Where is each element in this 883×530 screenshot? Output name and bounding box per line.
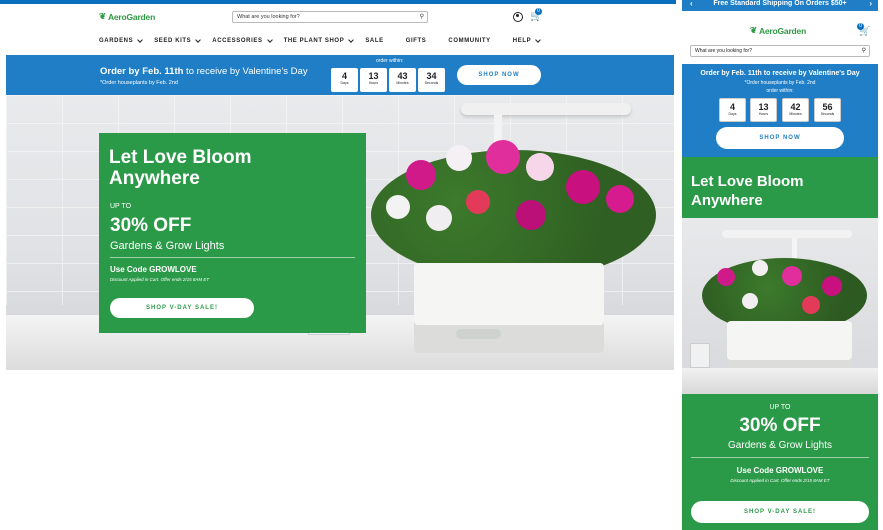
hero-subtitle: Gardens & Grow Lights (110, 240, 225, 252)
search-icon[interactable]: ⚲ (862, 47, 866, 54)
flower (752, 260, 768, 276)
aerogarden-planter (414, 263, 604, 353)
countdown-seconds: 34 Seconds (418, 68, 445, 92)
countdown-days: 4 Days (331, 68, 358, 92)
disclaimer: Discount Applied in Cart. Offer ends 2/1… (730, 478, 830, 483)
flower (566, 170, 600, 204)
countdown-hours: 13 Hours (360, 68, 387, 92)
leaf-icon: ❦ (99, 11, 106, 21)
mobile-view: ‹ Free Standard Shipping On Orders $50+ … (682, 0, 878, 530)
shop-now-button[interactable]: SHOP NOW (716, 127, 844, 149)
nav-item-accessories[interactable]: ACCESSORIES (212, 37, 273, 44)
flower (526, 153, 554, 181)
flower (782, 266, 802, 286)
search-input[interactable]: What are you looking for? ⚲ (690, 45, 870, 57)
flower (406, 160, 436, 190)
nav-item-help[interactable]: HELP (513, 37, 542, 44)
flower (426, 205, 452, 231)
nav-item-plant-shop[interactable]: THE PLANT SHOP (284, 37, 355, 44)
flower (466, 190, 490, 214)
flower (802, 296, 820, 314)
countdown-minutes: 42 Minutes (782, 98, 809, 122)
nav-item-gardens[interactable]: GARDENS (99, 37, 144, 44)
countertop (682, 368, 878, 394)
hero-title: Let Love Bloom Anywhere (691, 173, 804, 209)
divider (110, 257, 355, 258)
logo-text: AeroGarden (758, 25, 807, 36)
logo-text: AeroGarden (107, 11, 156, 22)
search-placeholder: What are you looking for? (237, 14, 300, 20)
hero-promo-panel: Let Love Bloom Anywhere UP TO 30% OFF Ga… (99, 133, 366, 333)
cart-icon[interactable]: 🛒 0 (530, 8, 542, 22)
top-bar (0, 0, 676, 4)
chevron-left-icon[interactable]: ‹ (690, 0, 693, 8)
countdown-label: order within: (376, 58, 404, 64)
nav-item-sale[interactable]: SALE (365, 38, 383, 44)
hero-up-to: UP TO (769, 404, 791, 411)
shipping-text: Free Standard Shipping On Orders $50+ (713, 0, 847, 7)
control-panel (456, 329, 501, 339)
shop-vday-sale-button[interactable]: SHOP V-DAY SALE! (110, 298, 254, 318)
account-icon[interactable] (513, 12, 523, 22)
flower (822, 276, 842, 296)
chevron-down-icon (348, 37, 355, 43)
flower (717, 268, 735, 286)
leaf-icon: ❦ (750, 25, 757, 35)
nav-item-community[interactable]: COMMUNITY (448, 38, 490, 44)
promo-code: Use Code GROWLOVE (110, 265, 197, 274)
hero-up-to: UP TO (110, 203, 132, 210)
hero-photo (682, 218, 878, 394)
cart-count-badge: 0 (857, 23, 864, 30)
search-placeholder: What are you looking for? (695, 48, 752, 54)
hero-title: Let Love Bloom Anywhere (109, 147, 252, 189)
grow-light-hood (461, 103, 631, 115)
flower (486, 140, 520, 174)
chevron-down-icon (137, 37, 144, 43)
hero-percent-off: 30% OFF (110, 215, 192, 236)
flower (606, 185, 634, 213)
promo-banner: Order by Feb. 11th to receive by Valenti… (6, 55, 674, 95)
hero-percent-off: 30% OFF (739, 415, 821, 436)
chevron-down-icon (195, 37, 202, 43)
promo-headline: Order by Feb. 11th to receive by Valenti… (700, 70, 860, 77)
logo[interactable]: ❦ AeroGarden (750, 25, 806, 36)
main-nav: GARDENS SEED KITS ACCESSORIES THE PLANT … (99, 37, 552, 44)
promo-code: Use Code GROWLOVE (736, 466, 824, 475)
search-input[interactable]: What are you looking for? ⚲ (232, 11, 428, 23)
desktop-view: ❦ AeroGarden What are you looking for? ⚲… (0, 0, 676, 530)
countdown-days: 4 Days (719, 98, 746, 122)
hero-banner: Let Love Bloom Anywhere UP TO 30% OFF Ga… (682, 157, 878, 530)
flower (742, 293, 758, 309)
disclaimer: Discount Applied in Cart. Offer ends 2/1… (110, 277, 210, 282)
nav-item-seed-kits[interactable]: SEED KITS (154, 37, 202, 44)
promo-banner: Order by Feb. 11th to receive by Valenti… (682, 64, 878, 157)
divider (691, 457, 869, 458)
cart-icon[interactable]: 🛒 0 (857, 23, 870, 37)
shop-vday-sale-button[interactable]: SHOP V-DAY SALE! (691, 501, 869, 523)
chevron-down-icon (266, 37, 273, 43)
flower (516, 200, 546, 230)
promo-subtext: *Order houseplants by Feb. 2nd (100, 80, 178, 86)
shipping-bar: ‹ Free Standard Shipping On Orders $50+ … (682, 0, 878, 11)
nav-item-gifts[interactable]: GIFTS (406, 38, 427, 44)
countdown-seconds: 56 Seconds (814, 98, 841, 122)
flower (446, 145, 472, 171)
grow-light-hood (722, 230, 852, 238)
promo-headline: Order by Feb. 11th to receive by Valenti… (100, 66, 308, 77)
promo-subtext: *Order houseplants by Feb. 2nd (744, 80, 816, 86)
countdown-minutes: 43 Minutes (389, 68, 416, 92)
countdown-hours: 13 Hours (750, 98, 777, 122)
logo[interactable]: ❦ AeroGarden (99, 11, 155, 22)
flower (386, 195, 410, 219)
chevron-down-icon (535, 37, 542, 43)
hero-subtitle: Gardens & Grow Lights (728, 440, 832, 451)
candle-holder (690, 343, 710, 368)
shop-now-button[interactable]: SHOP NOW (457, 65, 541, 85)
hero-banner: Let Love Bloom Anywhere UP TO 30% OFF Ga… (6, 95, 674, 370)
countdown-label: order within: (766, 88, 794, 94)
chevron-right-icon[interactable]: › (869, 0, 872, 8)
search-icon[interactable]: ⚲ (420, 13, 424, 20)
cart-count-badge: 0 (535, 8, 542, 15)
